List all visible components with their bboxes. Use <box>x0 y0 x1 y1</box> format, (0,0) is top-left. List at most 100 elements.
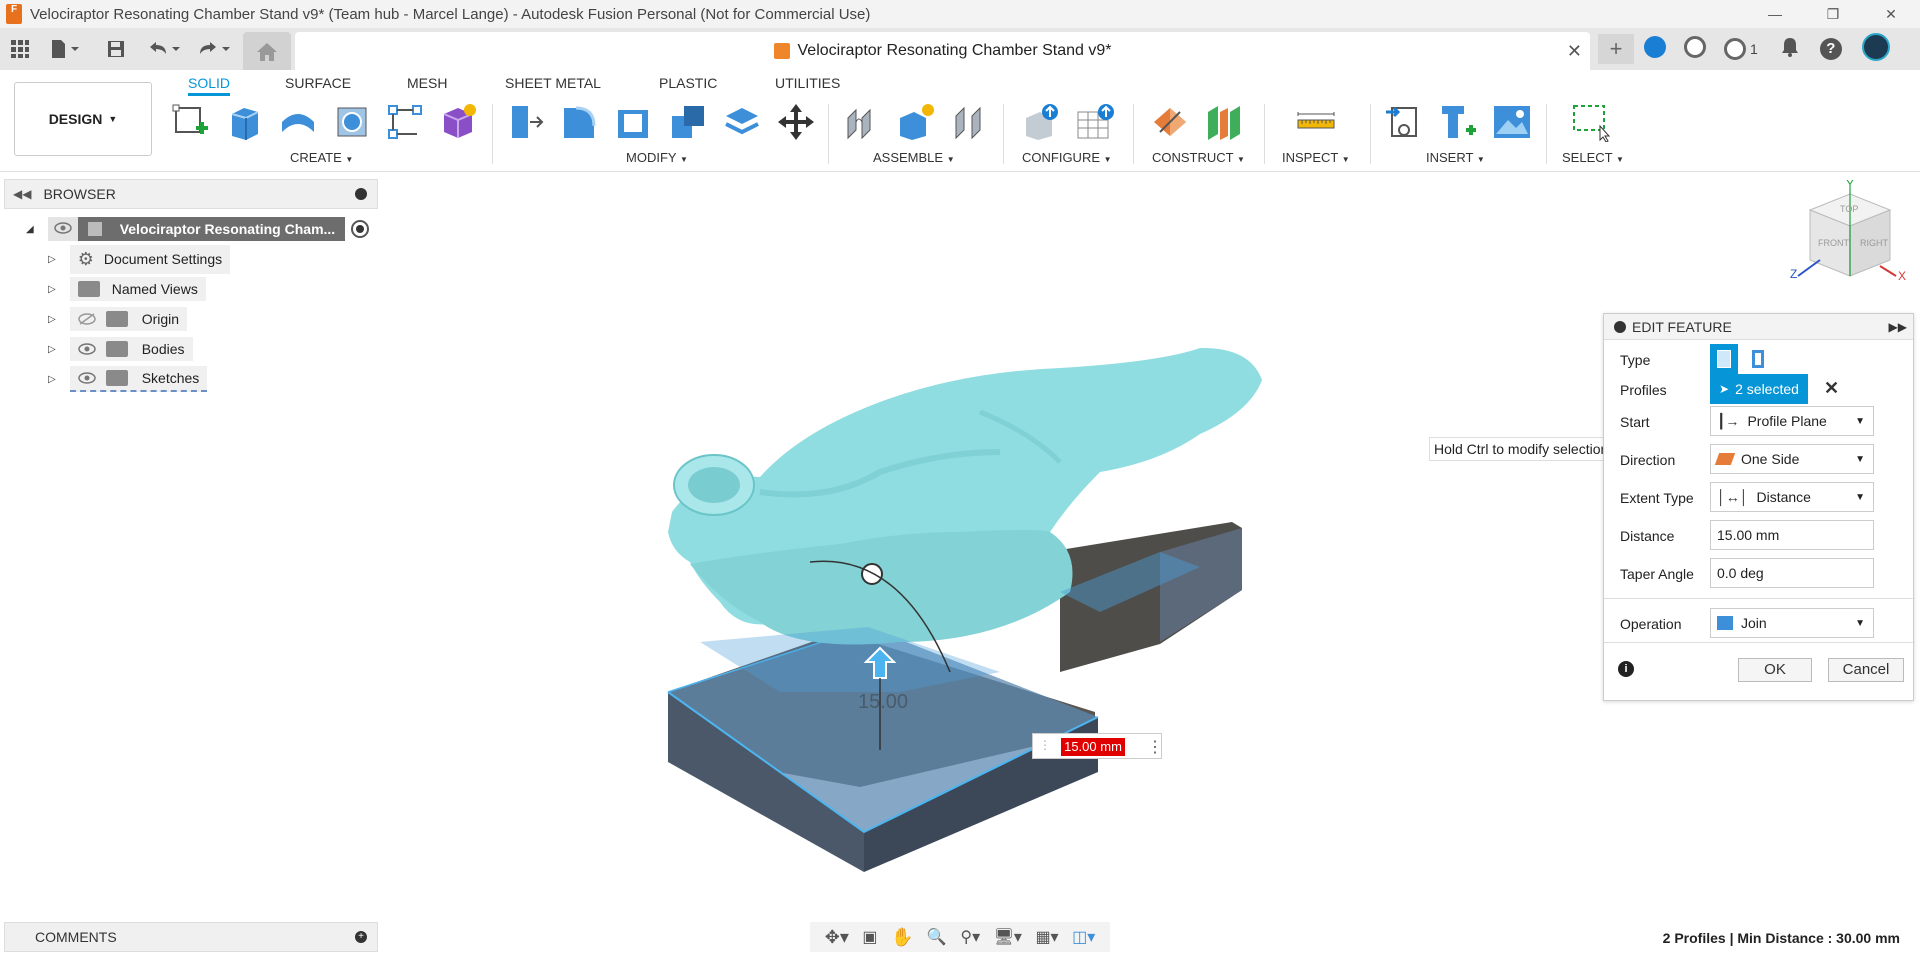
ok-button[interactable]: OK <box>1738 658 1812 682</box>
close-tab-icon[interactable]: ✕ <box>1567 41 1582 62</box>
joint-icon[interactable] <box>842 102 882 142</box>
file-menu-icon[interactable] <box>50 36 80 62</box>
add-comment-icon[interactable]: + <box>355 931 367 943</box>
viewports-icon[interactable]: ◫▾ <box>1072 927 1095 947</box>
new-tab-button[interactable]: + <box>1598 34 1634 64</box>
grid-settings-icon[interactable]: ▦▾ <box>1035 927 1058 947</box>
hidden-eye-icon[interactable] <box>77 313 96 325</box>
display-settings-icon[interactable]: 🖥▾ <box>994 927 1022 947</box>
assemble-menu[interactable]: ASSEMBLE ▼ <box>873 150 955 165</box>
look-at-icon[interactable]: ▣ <box>862 927 877 947</box>
clock-icon[interactable]: 1 <box>1724 38 1758 60</box>
offset-faces-icon[interactable] <box>722 102 762 142</box>
midplane-icon[interactable] <box>1204 102 1244 142</box>
pan-hand-icon[interactable]: ✋ <box>891 927 913 948</box>
info-icon[interactable]: i <box>1618 661 1634 677</box>
close-window-button[interactable]: ✕ <box>1862 0 1920 28</box>
visibility-eye-icon[interactable] <box>77 372 96 384</box>
collapse-browser-icon[interactable]: ◀◀ <box>13 187 31 201</box>
visibility-eye-icon[interactable] <box>77 343 96 355</box>
insert-derive-icon[interactable] <box>1384 102 1424 142</box>
extrude-type-solid-icon[interactable] <box>1710 344 1738 374</box>
start-dropdown[interactable]: ┃→ Profile Plane ▼ <box>1710 406 1874 436</box>
move-copy-icon[interactable] <box>776 102 816 142</box>
notifications-bell-icon[interactable] <box>1780 36 1800 63</box>
select-menu[interactable]: SELECT ▼ <box>1562 150 1624 165</box>
browser-item-named-views[interactable]: ▷ Named Views <box>48 276 206 302</box>
orbit-icon[interactable]: ✥▾ <box>825 927 849 948</box>
taper-angle-input[interactable]: 0.0 deg <box>1710 558 1874 588</box>
create-sketch-icon[interactable] <box>170 102 210 142</box>
maximize-button[interactable]: ❐ <box>1804 0 1862 28</box>
extrude-type-thin-icon[interactable] <box>1744 344 1772 374</box>
expand-dialog-icon[interactable]: ▶▶ <box>1889 320 1907 334</box>
collapse-triangle-icon[interactable]: ◢ <box>26 224 34 235</box>
tab-mesh[interactable]: MESH <box>407 72 447 96</box>
insert-mcmaster-icon[interactable] <box>1438 102 1478 142</box>
distance-heads-up-value[interactable]: 15.00 mm <box>1061 738 1125 756</box>
expand-triangle-icon[interactable]: ▷ <box>48 254 56 265</box>
profiles-selection-button[interactable]: ➤ 2 selected <box>1710 374 1808 404</box>
help-icon[interactable]: ? <box>1819 38 1842 60</box>
redo-icon[interactable] <box>196 36 232 62</box>
comments-panel[interactable]: COMMENTS + <box>4 922 378 952</box>
undo-icon[interactable] <box>146 36 182 62</box>
tab-surface[interactable]: SURFACE <box>285 72 351 96</box>
create-form-icon[interactable] <box>438 102 478 142</box>
measure-icon[interactable] <box>1296 102 1336 142</box>
configure-design-icon[interactable] <box>1022 102 1062 142</box>
shell-icon[interactable] <box>614 102 654 142</box>
hole-icon[interactable] <box>332 102 372 142</box>
tab-sheet-metal[interactable]: SHEET METAL <box>505 72 601 96</box>
zoom-icon[interactable]: 🔍 <box>927 927 947 947</box>
browser-item-bodies[interactable]: ▷ Bodies <box>48 336 193 362</box>
as-built-joint-icon[interactable] <box>950 102 990 142</box>
create-menu[interactable]: CREATE ▼ <box>290 150 353 165</box>
expand-triangle-icon[interactable]: ▷ <box>48 344 56 355</box>
browser-root-node[interactable]: ◢ Velociraptor Resonating Cham... <box>26 216 370 242</box>
more-options-icon[interactable]: ⋮ <box>1147 737 1163 757</box>
collapse-dialog-icon[interactable] <box>1614 320 1626 333</box>
browser-item-document-settings[interactable]: ▷ ⚙ Document Settings <box>48 244 231 274</box>
browser-item-origin[interactable]: ▷ Origin <box>48 306 188 332</box>
root-component-label[interactable]: Velociraptor Resonating Cham... <box>77 217 346 241</box>
revolve-icon[interactable] <box>278 102 318 142</box>
fillet-icon[interactable] <box>560 102 600 142</box>
new-component-icon[interactable] <box>896 102 936 142</box>
minimize-browser-icon[interactable] <box>355 188 367 200</box>
configure-menu[interactable]: CONFIGURE ▼ <box>1022 150 1112 165</box>
distance-heads-up-input[interactable]: ⋮ 15.00 mm ⋮ <box>1032 733 1163 759</box>
tab-solid[interactable]: SOLID <box>188 72 231 96</box>
operation-dropdown[interactable]: Join ▼ <box>1710 608 1874 638</box>
insert-canvas-icon[interactable] <box>1492 102 1532 142</box>
expand-triangle-icon[interactable]: ▷ <box>48 374 56 385</box>
tab-utilities[interactable]: UTILITIES <box>775 72 840 96</box>
extensions-icon[interactable] <box>1644 35 1666 63</box>
expand-triangle-icon[interactable]: ▷ <box>48 314 56 325</box>
document-tab[interactable]: Velociraptor Resonating Chamber Stand v9… <box>295 32 1590 70</box>
modify-menu[interactable]: MODIFY ▼ <box>626 150 688 165</box>
home-tab[interactable] <box>243 32 291 70</box>
fit-zoom-icon[interactable]: ⚲▾ <box>960 927 980 947</box>
user-avatar[interactable] <box>1861 32 1890 66</box>
extent-type-dropdown[interactable]: │↔│ Distance ▼ <box>1710 482 1874 512</box>
cancel-button[interactable]: Cancel <box>1828 658 1904 682</box>
combine-icon[interactable] <box>668 102 708 142</box>
data-panel-grid-icon[interactable] <box>10 36 30 62</box>
insert-menu[interactable]: INSERT ▼ <box>1426 150 1485 165</box>
press-pull-icon[interactable] <box>506 102 546 142</box>
inspect-menu[interactable]: INSPECT ▼ <box>1282 150 1350 165</box>
workspace-switcher-button[interactable]: DESIGN ▼ <box>14 82 152 156</box>
direction-dropdown[interactable]: One Side ▼ <box>1710 444 1874 474</box>
minimize-button[interactable]: — <box>1746 0 1804 28</box>
window-select-icon[interactable] <box>1572 102 1612 142</box>
view-cube[interactable]: TOP FRONT RIGHT X Y Z <box>1790 177 1910 290</box>
browser-item-sketches[interactable]: ▷ Sketches <box>48 366 208 392</box>
visibility-eye-icon[interactable] <box>47 217 78 241</box>
extrude-icon[interactable] <box>224 102 264 142</box>
pattern-icon[interactable] <box>385 102 425 142</box>
job-status-icon[interactable] <box>1684 35 1706 63</box>
activate-component-icon[interactable] <box>351 220 370 238</box>
save-icon[interactable] <box>106 36 126 62</box>
tab-plastic[interactable]: PLASTIC <box>659 72 717 96</box>
